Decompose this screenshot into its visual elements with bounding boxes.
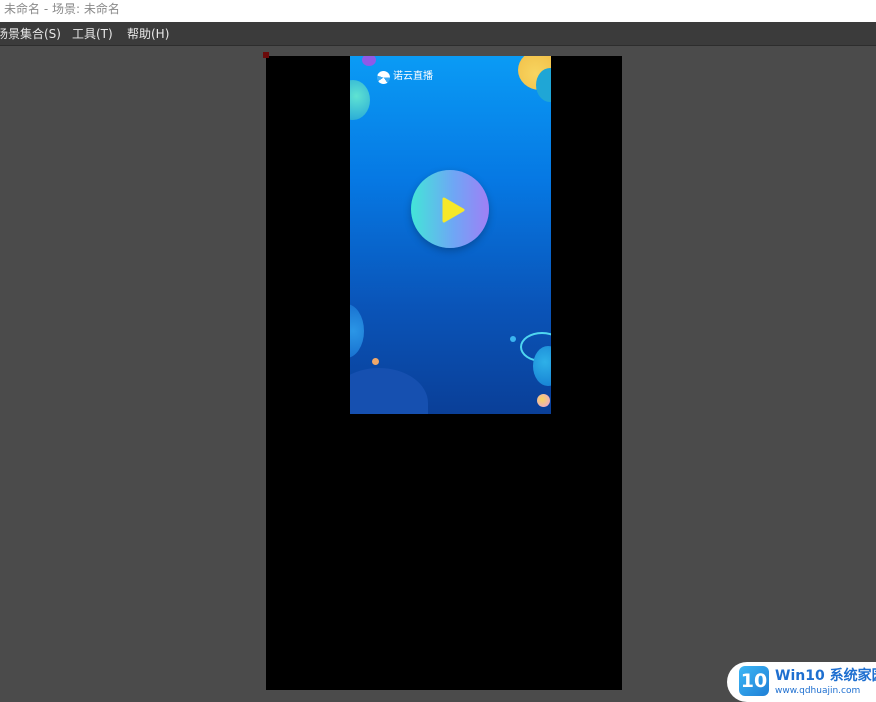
watermark: 10 Win10 系统家园 www.qdhuajin.com xyxy=(727,662,876,702)
source-resize-handle[interactable] xyxy=(263,52,269,58)
menu-tools[interactable]: 工具(T) xyxy=(72,26,113,42)
play-icon xyxy=(442,197,465,223)
decor-blob xyxy=(533,346,551,386)
title-bar: 未命名 - 场景: 未命名 xyxy=(0,0,876,22)
watermark-url: www.qdhuajin.com xyxy=(775,686,861,696)
window-title: 未命名 - 场景: 未命名 xyxy=(4,2,120,16)
play-button[interactable] xyxy=(411,170,489,248)
decor-blob xyxy=(372,358,379,365)
menu-scene-collection[interactable]: 场景集合(S) xyxy=(0,26,61,42)
decor-blob xyxy=(510,336,516,342)
brand-name: 诺云直播 xyxy=(393,71,433,82)
brand-logo: 诺云直播 xyxy=(377,69,433,85)
decor-blob xyxy=(362,56,376,66)
decor-blob xyxy=(350,304,364,358)
menu-help[interactable]: 帮助(H) xyxy=(127,26,169,42)
decor-blob xyxy=(350,80,370,120)
watermark-logo: 10 xyxy=(739,666,769,696)
decor-blob xyxy=(537,394,550,407)
menu-bar: 场景集合(S) 工具(T) 帮助(H) xyxy=(0,22,876,46)
watermark-title: Win10 系统家园 xyxy=(775,668,876,684)
decor-blob xyxy=(350,368,428,414)
brand-logo-icon xyxy=(377,70,390,84)
source-preview[interactable]: 诺云直播 xyxy=(350,56,551,414)
